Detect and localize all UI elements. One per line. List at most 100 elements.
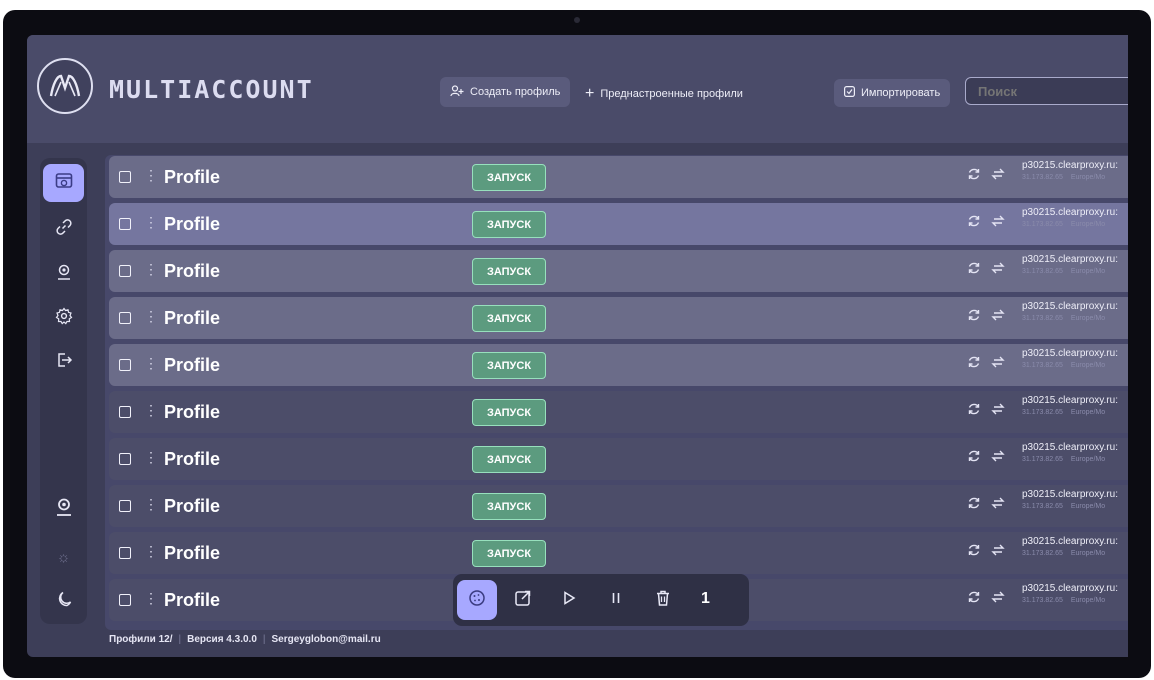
refresh-icon[interactable] xyxy=(967,167,981,184)
profile-row[interactable]: ⋮ Profile ЗАПУСК p30215.clearproxy.ru: 31.17… xyxy=(109,344,1128,386)
row-checkbox[interactable] xyxy=(119,171,131,183)
search-input[interactable] xyxy=(965,77,1128,105)
profile-row[interactable]: ⋮ Profile ЗАПУСК p30215.clearproxy.ru: 31.17… xyxy=(109,297,1128,339)
sidebar-item-account[interactable] xyxy=(43,490,84,528)
profile-name[interactable]: Profile xyxy=(164,308,220,329)
proxy-host: p30215.clearproxy.ru: xyxy=(1022,583,1118,594)
refresh-icon[interactable] xyxy=(967,402,981,419)
launch-button[interactable]: ЗАПУСК xyxy=(472,493,546,520)
swap-icon[interactable] xyxy=(991,590,1005,607)
sidebar-item-light-theme[interactable]: ☼ xyxy=(43,538,84,576)
refresh-icon[interactable] xyxy=(967,543,981,560)
row-checkbox[interactable] xyxy=(119,500,131,512)
sidebar: ☼ xyxy=(40,158,87,624)
swap-icon[interactable] xyxy=(991,449,1005,466)
import-button[interactable]: Импортировать xyxy=(834,79,951,107)
open-external-button[interactable] xyxy=(503,580,543,620)
sidebar-item-profiles[interactable] xyxy=(43,164,84,202)
proxy-info: p30215.clearproxy.ru: 31.173.82.65 Europe/… xyxy=(1022,536,1118,557)
sidebar-item-proxies[interactable] xyxy=(43,210,84,248)
row-checkbox[interactable] xyxy=(119,453,131,465)
row-checkbox[interactable] xyxy=(119,406,131,418)
kebab-menu-icon[interactable]: ⋮ xyxy=(144,214,158,231)
kebab-menu-icon[interactable]: ⋮ xyxy=(144,402,158,419)
profile-name[interactable]: Profile xyxy=(164,590,220,611)
browser-icon xyxy=(55,172,73,195)
swap-icon[interactable] xyxy=(991,543,1005,560)
launch-button[interactable]: ЗАПУСК xyxy=(472,305,546,332)
profile-name[interactable]: Profile xyxy=(164,402,220,423)
kebab-menu-icon[interactable]: ⋮ xyxy=(144,543,158,560)
kebab-menu-icon[interactable]: ⋮ xyxy=(144,308,158,325)
swap-icon[interactable] xyxy=(991,167,1005,184)
cookie-button[interactable] xyxy=(457,580,497,620)
refresh-icon[interactable] xyxy=(967,355,981,372)
profile-row[interactable]: ⋮ Profile ЗАПУСК p30215.clearproxy.ru: 31.17… xyxy=(109,438,1128,480)
proxy-host: p30215.clearproxy.ru: xyxy=(1022,254,1118,265)
row-checkbox[interactable] xyxy=(119,265,131,277)
swap-icon[interactable] xyxy=(991,496,1005,513)
create-profile-button[interactable]: Создать профиль xyxy=(440,77,571,107)
delete-button[interactable] xyxy=(643,580,683,620)
profile-row[interactable]: ⋮ Profile ЗАПУСК p30215.clearproxy.ru: 31.17… xyxy=(109,156,1128,198)
proxy-host: p30215.clearproxy.ru: xyxy=(1022,207,1118,218)
launch-button[interactable]: ЗАПУСК xyxy=(472,164,546,191)
swap-icon[interactable] xyxy=(991,214,1005,231)
pause-icon xyxy=(609,590,623,610)
row-checkbox[interactable] xyxy=(119,312,131,324)
refresh-icon[interactable] xyxy=(967,449,981,466)
sidebar-item-dark-theme[interactable] xyxy=(43,582,84,620)
kebab-menu-icon[interactable]: ⋮ xyxy=(144,167,158,184)
refresh-icon[interactable] xyxy=(967,590,981,607)
refresh-icon[interactable] xyxy=(967,214,981,231)
kebab-menu-icon[interactable]: ⋮ xyxy=(144,261,158,278)
sidebar-item-settings[interactable] xyxy=(43,299,84,337)
refresh-icon[interactable] xyxy=(967,308,981,325)
swap-icon[interactable] xyxy=(991,261,1005,278)
launch-button[interactable]: ЗАПУСК xyxy=(472,258,546,285)
profile-row[interactable]: ⋮ Profile ЗАПУСК p30215.clearproxy.ru: 31.17… xyxy=(109,203,1128,245)
profile-row[interactable]: ⋮ Profile ЗАПУСК p30215.clearproxy.ru: 31.17… xyxy=(109,250,1128,292)
sidebar-item-users[interactable] xyxy=(43,255,84,293)
swap-icon[interactable] xyxy=(991,402,1005,419)
profile-name[interactable]: Profile xyxy=(164,261,220,282)
row-checkbox[interactable] xyxy=(119,594,131,606)
proxy-ip: 31.173.82.65 xyxy=(1022,315,1063,322)
profile-name[interactable]: Profile xyxy=(164,355,220,376)
launch-button[interactable]: ЗАПУСК xyxy=(472,211,546,238)
preset-profiles-button[interactable]: + Преднастроенные профили xyxy=(585,85,743,103)
profile-row[interactable]: ⋮ Profile ЗАПУСК p30215.clearproxy.ru: 31.17… xyxy=(109,532,1128,574)
profile-name[interactable]: Profile xyxy=(164,449,220,470)
sun-icon: ☼ xyxy=(56,548,71,566)
launch-button[interactable]: ЗАПУСК xyxy=(472,399,546,426)
proxy-timezone: Europe/Mo xyxy=(1070,268,1106,275)
launch-button[interactable]: ЗАПУСК xyxy=(472,540,546,567)
app-window: MULTIACCOUNT Создать профиль + Преднастр… xyxy=(27,35,1128,657)
launch-button[interactable]: ЗАПУСК xyxy=(472,352,546,379)
proxy-timezone: Europe/Mo xyxy=(1070,550,1106,557)
refresh-icon[interactable] xyxy=(967,261,981,278)
kebab-menu-icon[interactable]: ⋮ xyxy=(144,590,158,607)
launch-button[interactable]: ЗАПУСК xyxy=(472,446,546,473)
row-checkbox[interactable] xyxy=(119,359,131,371)
plus-icon: + xyxy=(585,85,595,102)
row-checkbox[interactable] xyxy=(119,547,131,559)
profile-row[interactable]: ⋮ Profile ЗАПУСК p30215.clearproxy.ru: 31.17… xyxy=(109,391,1128,433)
sidebar-item-logout[interactable] xyxy=(43,343,84,381)
pause-button[interactable] xyxy=(596,580,636,620)
kebab-menu-icon[interactable]: ⋮ xyxy=(144,496,158,513)
profile-row[interactable]: ⋮ Profile ЗАПУСК p30215.clearproxy.ru: 31.17… xyxy=(109,485,1128,527)
profile-name[interactable]: Profile xyxy=(164,214,220,235)
start-button[interactable] xyxy=(549,580,589,620)
kebab-menu-icon[interactable]: ⋮ xyxy=(144,355,158,372)
profile-name[interactable]: Profile xyxy=(164,496,220,517)
proxy-info: p30215.clearproxy.ru: 31.173.82.65 Europe/… xyxy=(1022,348,1118,369)
refresh-icon[interactable] xyxy=(967,496,981,513)
proxy-info: p30215.clearproxy.ru: 31.173.82.65 Europe/… xyxy=(1022,301,1118,322)
swap-icon[interactable] xyxy=(991,355,1005,372)
profile-name[interactable]: Profile xyxy=(164,167,220,188)
swap-icon[interactable] xyxy=(991,308,1005,325)
kebab-menu-icon[interactable]: ⋮ xyxy=(144,449,158,466)
profile-name[interactable]: Profile xyxy=(164,543,220,564)
row-checkbox[interactable] xyxy=(119,218,131,230)
